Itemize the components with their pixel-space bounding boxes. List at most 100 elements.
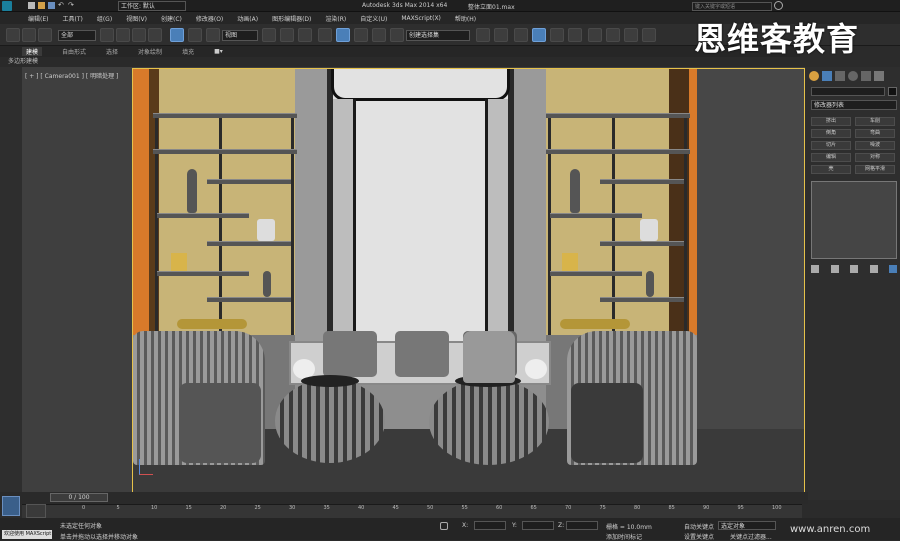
- modifier-button[interactable]: 挤出: [811, 117, 851, 126]
- modifier-button[interactable]: 弯曲: [855, 129, 895, 138]
- ribbon-tab-object-paint[interactable]: 对象绘制: [138, 47, 162, 56]
- title-bar: ↶ ↷ 工作区: 默认 Autodesk 3ds Max 2014 x64 整体…: [0, 0, 900, 12]
- time-slider[interactable]: 0 / 100: [0, 492, 808, 504]
- modifier-button[interactable]: 网格平滑: [855, 165, 895, 174]
- rect-region-icon[interactable]: [132, 28, 146, 42]
- select-scale-icon[interactable]: [206, 28, 220, 42]
- menu-help[interactable]: 帮助(H): [455, 14, 476, 23]
- select-rotate-icon[interactable]: [188, 28, 202, 42]
- create-tab-icon[interactable]: [809, 71, 819, 81]
- ribbon-tab-selection[interactable]: 选择: [106, 47, 118, 56]
- autokey-label[interactable]: 自动关键点: [684, 522, 714, 531]
- modifier-button[interactable]: 车削: [855, 117, 895, 126]
- modifier-button[interactable]: 倒角: [811, 129, 851, 138]
- snap-toggle-icon[interactable]: [318, 28, 332, 42]
- bind-spacewarp-icon[interactable]: [38, 28, 52, 42]
- edit-named-sel-icon[interactable]: [390, 28, 404, 42]
- modifier-list-dropdown[interactable]: 修改器列表: [811, 100, 897, 110]
- autokey-dropdown[interactable]: 选定对象: [718, 521, 776, 530]
- hierarchy-tab-icon[interactable]: [835, 71, 845, 81]
- menu-edit[interactable]: 编辑(E): [28, 14, 48, 23]
- workspace-dropdown[interactable]: 工作区: 默认: [118, 1, 186, 11]
- select-by-name-icon[interactable]: [116, 28, 130, 42]
- pin-stack-icon[interactable]: [811, 265, 819, 273]
- menu-maxscript[interactable]: MAXScript(X): [401, 15, 441, 22]
- coord-z-field[interactable]: [566, 521, 598, 530]
- time-slider-thumb[interactable]: 0 / 100: [50, 493, 108, 502]
- mirror-icon[interactable]: [476, 28, 490, 42]
- menu-rendering[interactable]: 渲染(R): [325, 14, 346, 23]
- modifier-button[interactable]: 对称: [855, 153, 895, 162]
- menu-group[interactable]: 组(G): [97, 14, 112, 23]
- menu-animation[interactable]: 动画(A): [237, 14, 258, 23]
- ribbon-tab-populate[interactable]: 填充: [182, 47, 194, 56]
- camera-viewport[interactable]: [132, 68, 805, 493]
- modify-tab-icon[interactable]: [822, 71, 832, 81]
- modifier-button[interactable]: 噪波: [855, 141, 895, 150]
- keyboard-shortcut-icon[interactable]: [298, 28, 312, 42]
- viewport-label[interactable]: [ + ] [ Camera001 ] [ 明暗处理 ]: [25, 71, 118, 80]
- coord-y-field[interactable]: [522, 521, 554, 530]
- ribbon-tab-freeform[interactable]: 自由形式: [62, 47, 86, 56]
- menu-create[interactable]: 创建(C): [161, 14, 182, 23]
- mini-listener-button[interactable]: [2, 496, 20, 516]
- render-setup-icon[interactable]: [606, 28, 620, 42]
- spinner-snap-icon[interactable]: [372, 28, 386, 42]
- modifier-stack-list[interactable]: [811, 181, 897, 259]
- coord-x-field[interactable]: [474, 521, 506, 530]
- ribbon-tab-modeling[interactable]: 建模: [22, 47, 43, 56]
- configure-sets-icon[interactable]: [889, 265, 897, 273]
- remove-modifier-icon[interactable]: [869, 265, 878, 273]
- object-name-field[interactable]: [811, 87, 885, 96]
- app-logo-icon[interactable]: [2, 1, 12, 11]
- modifier-button[interactable]: 壳: [811, 165, 851, 174]
- select-move-icon[interactable]: [170, 28, 184, 42]
- angle-snap-icon[interactable]: [336, 28, 350, 42]
- menu-customize[interactable]: 自定义(U): [360, 14, 387, 23]
- layer-manager-icon[interactable]: [514, 28, 528, 42]
- window-crossing-icon[interactable]: [148, 28, 162, 42]
- schematic-view-icon[interactable]: [568, 28, 582, 42]
- utilities-tab-icon[interactable]: [874, 71, 884, 81]
- named-selection-dropdown[interactable]: 创建选择集: [406, 30, 470, 41]
- show-end-result-icon[interactable]: [830, 265, 839, 273]
- link-icon[interactable]: [6, 28, 20, 42]
- graphite-toggle-icon[interactable]: [532, 28, 546, 42]
- select-manipulate-icon[interactable]: [280, 28, 294, 42]
- pivot-center-icon[interactable]: [262, 28, 276, 42]
- unlink-icon[interactable]: [22, 28, 36, 42]
- display-tab-icon[interactable]: [861, 71, 871, 81]
- align-icon[interactable]: [494, 28, 508, 42]
- menu-views[interactable]: 视图(V): [126, 14, 147, 23]
- rendered-frame-icon[interactable]: [624, 28, 638, 42]
- percent-snap-icon[interactable]: [354, 28, 368, 42]
- modifier-button[interactable]: 切片: [811, 141, 851, 150]
- selection-filter-dropdown[interactable]: 全部: [58, 30, 96, 41]
- select-object-icon[interactable]: [100, 28, 114, 42]
- object-color-swatch[interactable]: [888, 87, 897, 96]
- render-production-icon[interactable]: [642, 28, 656, 42]
- shelf-board: [157, 213, 249, 218]
- ref-coord-dropdown[interactable]: 视图: [222, 30, 258, 41]
- search-input[interactable]: 键入关键字或短语: [692, 2, 772, 11]
- motion-tab-icon[interactable]: [848, 71, 858, 81]
- menu-modifiers[interactable]: 修改器(O): [196, 14, 223, 23]
- curve-editor-icon[interactable]: [550, 28, 564, 42]
- material-editor-icon[interactable]: [588, 28, 602, 42]
- lock-selection-icon[interactable]: [440, 522, 448, 530]
- make-unique-icon[interactable]: [850, 265, 858, 273]
- tracks-button[interactable]: [26, 504, 46, 518]
- redo-icon[interactable]: ↷: [68, 2, 75, 9]
- scene-right-shelf-unit: [546, 113, 690, 335]
- track-bar[interactable]: 0 5 10 15 20 25 30 35 40 45 50 55 60 65 70 75 80 85 90 95 10…: [22, 504, 802, 518]
- modifier-button[interactable]: 编辑: [811, 153, 851, 162]
- menu-graph-editors[interactable]: 图形编辑器(D): [272, 14, 311, 23]
- undo-icon[interactable]: ↶: [58, 2, 65, 9]
- ribbon-options-icon[interactable]: ■▾: [214, 48, 223, 55]
- maxscript-listener[interactable]: 欢迎使用 MAXScript: [2, 530, 52, 539]
- open-file-icon[interactable]: [38, 2, 45, 9]
- search-icon[interactable]: [774, 1, 783, 10]
- save-file-icon[interactable]: [48, 2, 55, 9]
- new-file-icon[interactable]: [28, 2, 35, 9]
- menu-tools[interactable]: 工具(T): [62, 14, 82, 23]
